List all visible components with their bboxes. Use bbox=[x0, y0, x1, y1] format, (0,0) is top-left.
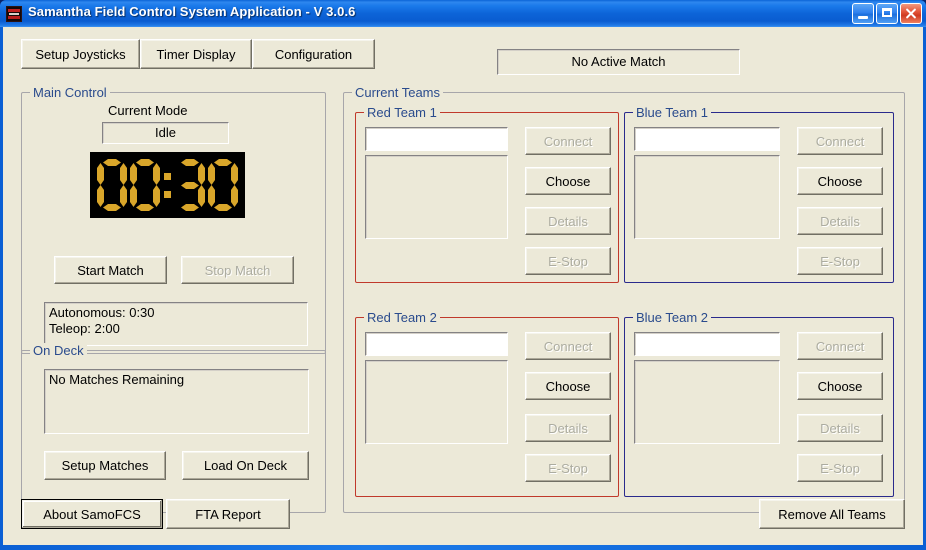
on-deck-group-label: On Deck bbox=[30, 343, 87, 358]
red-team-2-panel: Red Team 2 Connect Choose Details E-Stop bbox=[355, 310, 619, 497]
blue-team-2-label: Blue Team 2 bbox=[633, 310, 712, 325]
timer-digit-4 bbox=[208, 159, 238, 211]
match-timer-display bbox=[90, 152, 245, 218]
close-button[interactable] bbox=[900, 3, 922, 24]
timer-digit-1 bbox=[97, 159, 127, 211]
red-team-2-status-list[interactable] bbox=[365, 360, 508, 444]
timer-colon bbox=[163, 159, 172, 211]
red-team-2-connect-button: Connect bbox=[525, 332, 611, 360]
red-team-1-panel: Red Team 1 Connect Choose Details E-Stop bbox=[355, 105, 619, 283]
blue-team-1-panel: Blue Team 1 Connect Choose Details E-Sto… bbox=[624, 105, 894, 283]
current-teams-group: Current Teams Red Team 1 Connect Choose … bbox=[343, 85, 905, 513]
match-periods-display: Autonomous: 0:30 Teleop: 2:00 bbox=[44, 302, 308, 346]
red-team-2-estop-button: E-Stop bbox=[525, 454, 611, 482]
start-match-button[interactable]: Start Match bbox=[54, 256, 167, 284]
minimize-button[interactable] bbox=[852, 3, 874, 24]
red-team-1-estop-button: E-Stop bbox=[525, 247, 611, 275]
on-deck-group: On Deck No Matches Remaining Setup Match… bbox=[21, 343, 326, 513]
blue-team-1-label: Blue Team 1 bbox=[633, 105, 712, 120]
load-on-deck-button[interactable]: Load On Deck bbox=[182, 451, 309, 480]
title-bar[interactable]: Samantha Field Control System Applicatio… bbox=[0, 0, 926, 27]
main-control-group: Main Control Current Mode Idle Start Mat… bbox=[21, 85, 326, 354]
red-team-1-details-button: Details bbox=[525, 207, 611, 235]
timer-digit-2 bbox=[130, 159, 160, 211]
window-title: Samantha Field Control System Applicatio… bbox=[28, 4, 356, 19]
fta-report-button[interactable]: FTA Report bbox=[166, 499, 290, 529]
client-area: Setup Joysticks Timer Display Configurat… bbox=[3, 27, 923, 545]
red-team-2-label: Red Team 2 bbox=[364, 310, 440, 325]
blue-team-1-connect-button: Connect bbox=[797, 127, 883, 155]
red-team-1-status-list[interactable] bbox=[365, 155, 508, 239]
blue-team-2-connect-button: Connect bbox=[797, 332, 883, 360]
red-team-2-number-input[interactable] bbox=[365, 332, 508, 356]
red-team-2-choose-button[interactable]: Choose bbox=[525, 372, 611, 400]
setup-joysticks-button[interactable]: Setup Joysticks bbox=[21, 39, 140, 69]
about-samofcs-button[interactable]: About SamoFCS bbox=[21, 499, 163, 529]
blue-team-2-panel: Blue Team 2 Connect Choose Details E-Sto… bbox=[624, 310, 894, 497]
blue-team-1-estop-button: E-Stop bbox=[797, 247, 883, 275]
application-window: Samantha Field Control System Applicatio… bbox=[0, 0, 926, 550]
timer-digit-3 bbox=[175, 159, 205, 211]
configuration-button[interactable]: Configuration bbox=[252, 39, 375, 69]
red-team-1-label: Red Team 1 bbox=[364, 105, 440, 120]
current-teams-group-label: Current Teams bbox=[352, 85, 444, 100]
blue-team-2-choose-button[interactable]: Choose bbox=[797, 372, 883, 400]
match-status-display: No Active Match bbox=[497, 49, 740, 75]
current-mode-value: Idle bbox=[102, 122, 229, 144]
stop-match-button: Stop Match bbox=[181, 256, 294, 284]
remove-all-teams-button[interactable]: Remove All Teams bbox=[759, 499, 905, 529]
timer-display-button[interactable]: Timer Display bbox=[140, 39, 252, 69]
samantha-app-icon bbox=[6, 6, 22, 22]
blue-team-2-status-list[interactable] bbox=[634, 360, 780, 444]
blue-team-1-number-input[interactable] bbox=[634, 127, 780, 151]
blue-team-1-choose-button[interactable]: Choose bbox=[797, 167, 883, 195]
blue-team-2-number-input[interactable] bbox=[634, 332, 780, 356]
current-mode-label: Current Mode bbox=[108, 103, 188, 118]
main-control-group-label: Main Control bbox=[30, 85, 110, 100]
blue-team-1-status-list[interactable] bbox=[634, 155, 780, 239]
on-deck-list[interactable]: No Matches Remaining bbox=[44, 369, 309, 434]
window-controls bbox=[852, 3, 922, 24]
red-team-1-choose-button[interactable]: Choose bbox=[525, 167, 611, 195]
setup-matches-button[interactable]: Setup Matches bbox=[44, 451, 166, 480]
blue-team-2-details-button: Details bbox=[797, 414, 883, 442]
blue-team-2-estop-button: E-Stop bbox=[797, 454, 883, 482]
red-team-1-connect-button: Connect bbox=[525, 127, 611, 155]
blue-team-1-details-button: Details bbox=[797, 207, 883, 235]
red-team-2-details-button: Details bbox=[525, 414, 611, 442]
red-team-1-number-input[interactable] bbox=[365, 127, 508, 151]
maximize-button[interactable] bbox=[876, 3, 898, 24]
